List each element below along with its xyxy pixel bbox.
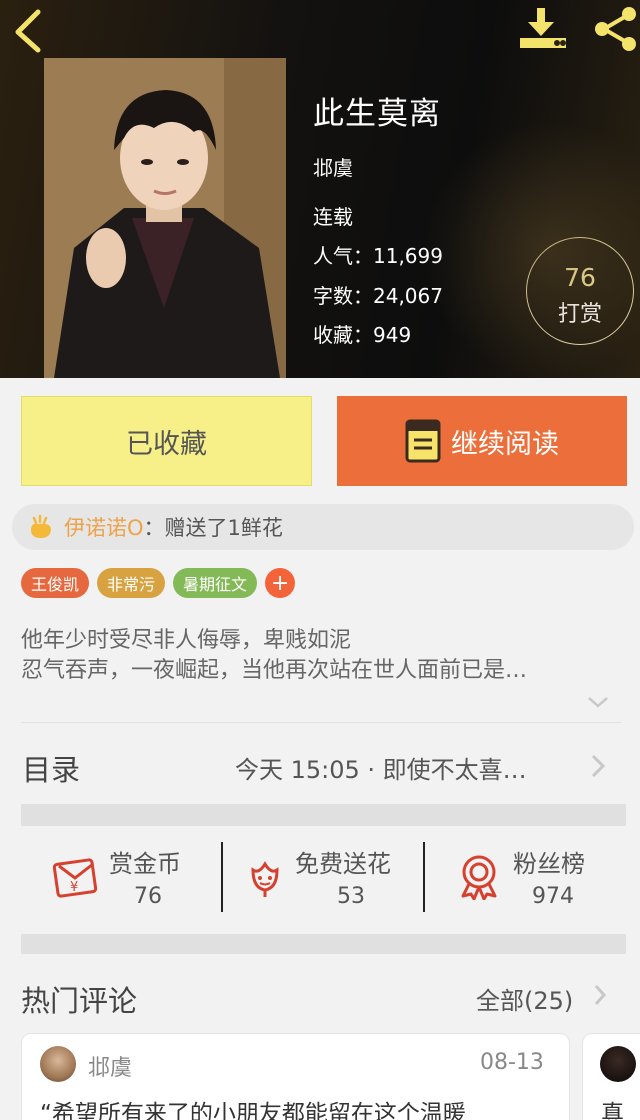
continue-reading-label: 继续阅读 <box>451 428 559 460</box>
gift-user[interactable]: 伊诺诺O <box>64 512 144 542</box>
word-count-stat: 字数：24,067 <box>313 280 443 309</box>
red-envelope-icon: ¥ <box>53 858 98 898</box>
popularity-value: 11,699 <box>373 244 443 268</box>
favorites-stat: 收藏：949 <box>313 319 411 348</box>
free-flower-count: 53 <box>337 884 365 909</box>
gift-hand-icon <box>31 514 51 538</box>
download-button[interactable] <box>516 4 572 54</box>
book-icon <box>405 419 441 463</box>
tag-item[interactable]: 暑期征文 <box>173 568 258 598</box>
book-detail-content: 已收藏 继续阅读 伊诺诺O ：赠送了1鲜花 王俊凯 非常污 暑期征文 + 他年少… <box>0 378 640 1120</box>
fan-ranking-label: 粉丝榜 <box>513 850 585 878</box>
comment-card[interactable]: 邶虞 08-13 “希望所有来了的小朋友都能留在这个温暖 <box>21 1033 570 1120</box>
toc-latest-chapter: 今天 15:05 · 即使不太喜… <box>235 756 527 784</box>
tag-item[interactable]: 王俊凯 <box>21 568 90 598</box>
gift-text: ：赠送了1鲜花 <box>143 516 283 540</box>
book-intro[interactable]: 他年少时受尽非人侮辱，卑贱如泥 忍气吞声，一夜崛起，当他再次站在世人面前已是… <box>21 626 621 686</box>
favorites-value: 949 <box>373 323 412 347</box>
free-flower-action[interactable]: 免费送花 53 <box>223 826 423 936</box>
word-count-value: 24,067 <box>373 284 443 308</box>
word-count-label: 字数： <box>313 284 373 308</box>
avatar[interactable] <box>40 1046 76 1082</box>
chevron-right-icon <box>591 754 606 778</box>
share-button[interactable] <box>590 4 640 54</box>
book-cover[interactable] <box>44 58 286 378</box>
reward-coins-label: 赏金币 <box>109 850 181 878</box>
tag-item[interactable]: 非常污 <box>97 568 166 598</box>
reward-button[interactable]: 76 打赏 <box>526 237 634 345</box>
continue-reading-button[interactable]: 继续阅读 <box>337 396 627 486</box>
tag-list: 王俊凯 非常污 暑期征文 + <box>21 568 296 598</box>
section-separator <box>21 804 626 826</box>
flower-icon <box>251 861 279 897</box>
cover-portrait <box>44 58 286 378</box>
add-tag-button[interactable]: + <box>265 568 296 598</box>
book-header: 此生莫离 邶虞 连载 人气：11,699 字数：24,067 收藏：949 76… <box>0 0 640 378</box>
comment-text: 真 <box>601 1101 624 1120</box>
comment-date: 08-13 <box>480 1050 544 1075</box>
medal-icon <box>461 855 497 900</box>
reward-coins-action[interactable]: ¥ 赏金币 76 <box>21 826 221 936</box>
toc-title: 目录 <box>22 753 81 787</box>
reward-label: 打赏 <box>557 302 602 327</box>
popularity-label: 人气： <box>313 244 373 268</box>
avatar[interactable] <box>600 1046 636 1082</box>
book-title: 此生莫离 <box>313 96 441 132</box>
download-icon <box>520 8 566 48</box>
share-icon <box>595 7 636 51</box>
popularity-stat: 人气：11,699 <box>313 240 443 269</box>
book-status: 连载 <box>313 205 353 229</box>
reward-count: 76 <box>564 263 596 292</box>
all-comments-link[interactable]: 全部(25) <box>476 981 573 1016</box>
fan-ranking-action[interactable]: 粉丝榜 974 <box>425 826 626 936</box>
chevron-left-icon <box>15 9 41 53</box>
section-separator <box>21 934 626 954</box>
support-actions: ¥ 赏金币 76 免费送花 53 粉丝榜 974 <box>21 826 626 936</box>
back-button[interactable] <box>8 6 52 54</box>
comment-author[interactable]: 邶虞 <box>88 1050 132 1082</box>
intro-line: 忍气吞声，一夜崛起，当他再次站在世人面前已是… <box>21 658 528 683</box>
favorites-label: 收藏： <box>313 323 373 347</box>
svg-text:¥: ¥ <box>70 880 78 895</box>
table-of-contents-row[interactable]: 目录 今天 15:05 · 即使不太喜… <box>0 723 640 801</box>
collected-button[interactable]: 已收藏 <box>21 396 312 486</box>
hot-comments-title: 热门评论 <box>21 984 138 1018</box>
comment-card[interactable]: 真 <box>582 1033 640 1120</box>
book-info: 此生莫离 邶虞 连载 人气：11,699 字数：24,067 收藏：949 <box>313 88 443 347</box>
gift-notice[interactable]: 伊诺诺O ：赠送了1鲜花 <box>12 504 634 550</box>
free-flower-label: 免费送花 <box>295 850 391 878</box>
intro-line: 他年少时受尽非人侮辱，卑贱如泥 <box>21 628 352 653</box>
reward-coins-count: 76 <box>134 884 162 909</box>
book-author[interactable]: 邶虞 <box>313 152 353 181</box>
chevron-down-icon[interactable] <box>586 694 610 710</box>
fan-ranking-count: 974 <box>532 884 574 909</box>
collected-label: 已收藏 <box>126 428 207 460</box>
comment-text: “希望所有来了的小朋友都能留在这个温暖 <box>40 1101 466 1120</box>
chevron-right-icon[interactable] <box>593 983 607 1007</box>
